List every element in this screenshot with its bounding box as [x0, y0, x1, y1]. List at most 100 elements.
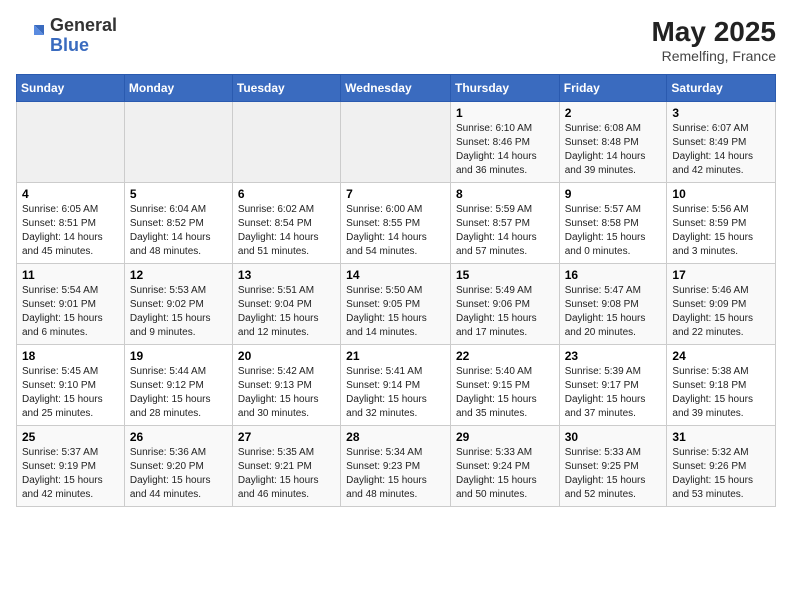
- day-number: 28: [346, 430, 445, 444]
- page-header: General Blue May 2025 Remelfing, France: [16, 16, 776, 64]
- day-info: Sunrise: 5:53 AM Sunset: 9:02 PM Dayligh…: [130, 284, 227, 340]
- day-number: 5: [130, 187, 227, 201]
- weekday-header-monday: Monday: [124, 75, 232, 102]
- calendar-cell: [341, 102, 451, 183]
- location-subtitle: Remelfing, France: [651, 48, 776, 64]
- calendar-cell: 31Sunrise: 5:32 AM Sunset: 9:26 PM Dayli…: [667, 426, 776, 507]
- day-info: Sunrise: 6:08 AM Sunset: 8:48 PM Dayligh…: [565, 122, 662, 178]
- month-year-title: May 2025: [651, 16, 776, 48]
- calendar-cell: 5 Sunrise: 6:04 AM Sunset: 8:52 PM Daylig…: [124, 183, 232, 264]
- calendar-cell: 12Sunrise: 5:53 AM Sunset: 9:02 PM Dayli…: [124, 264, 232, 345]
- calendar-cell: 27 Sunrise: 5:35 AM Sunset: 9:21 PM Dayli…: [232, 426, 340, 507]
- day-info: Sunrise: 5:36 AM Sunset: 9:20 PM Dayligh…: [130, 446, 227, 502]
- day-info: Sunrise: 6:07 AM Sunset: 8:49 PM Dayligh…: [672, 122, 770, 178]
- calendar-cell: 17 Sunrise: 5:46 AM Sunset: 9:09 PM Dayli…: [667, 264, 776, 345]
- day-number: 26: [130, 430, 227, 444]
- day-number: 24: [672, 349, 770, 363]
- calendar-cell: 7Sunrise: 6:00 AM Sunset: 8:55 PM Daylig…: [341, 183, 451, 264]
- logo-blue-text: Blue: [50, 36, 117, 56]
- calendar-cell: 13 Sunrise: 5:51 AM Sunset: 9:04 PM Dayli…: [232, 264, 340, 345]
- calendar-cell: 26 Sunrise: 5:36 AM Sunset: 9:20 PM Dayli…: [124, 426, 232, 507]
- calendar-week-1: 1Sunrise: 6:10 AM Sunset: 8:46 PM Daylig…: [17, 102, 776, 183]
- calendar-week-4: 18 Sunrise: 5:45 AM Sunset: 9:10 PM Dayli…: [17, 345, 776, 426]
- weekday-header-thursday: Thursday: [450, 75, 559, 102]
- day-info: Sunrise: 5:32 AM Sunset: 9:26 PM Dayligh…: [672, 446, 770, 502]
- day-number: 21: [346, 349, 445, 363]
- day-number: 27: [238, 430, 335, 444]
- calendar-cell: 30 Sunrise: 5:33 AM Sunset: 9:25 PM Dayli…: [559, 426, 667, 507]
- day-info: Sunrise: 5:38 AM Sunset: 9:18 PM Dayligh…: [672, 365, 770, 421]
- calendar-cell: 16Sunrise: 5:47 AM Sunset: 9:08 PM Dayli…: [559, 264, 667, 345]
- day-info: Sunrise: 5:49 AM Sunset: 9:06 PM Dayligh…: [456, 284, 554, 340]
- day-number: 2: [565, 106, 662, 120]
- day-info: Sunrise: 5:56 AM Sunset: 8:59 PM Dayligh…: [672, 203, 770, 259]
- day-number: 19: [130, 349, 227, 363]
- day-number: 25: [22, 430, 119, 444]
- day-number: 7: [346, 187, 445, 201]
- day-info: Sunrise: 5:45 AM Sunset: 9:10 PM Dayligh…: [22, 365, 119, 421]
- day-number: 18: [22, 349, 119, 363]
- day-info: Sunrise: 5:51 AM Sunset: 9:04 PM Dayligh…: [238, 284, 335, 340]
- day-info: Sunrise: 5:35 AM Sunset: 9:21 PM Dayligh…: [238, 446, 335, 502]
- day-info: Sunrise: 5:33 AM Sunset: 9:25 PM Dayligh…: [565, 446, 662, 502]
- day-number: 1: [456, 106, 554, 120]
- calendar-cell: [17, 102, 125, 183]
- logo: General Blue: [16, 16, 117, 56]
- day-number: 6: [238, 187, 335, 201]
- day-number: 9: [565, 187, 662, 201]
- calendar-cell: 15 Sunrise: 5:49 AM Sunset: 9:06 PM Dayli…: [450, 264, 559, 345]
- day-info: Sunrise: 5:39 AM Sunset: 9:17 PM Dayligh…: [565, 365, 662, 421]
- calendar-cell: [124, 102, 232, 183]
- calendar-cell: 9 Sunrise: 5:57 AM Sunset: 8:58 PM Daylig…: [559, 183, 667, 264]
- day-info: Sunrise: 5:40 AM Sunset: 9:15 PM Dayligh…: [456, 365, 554, 421]
- calendar-cell: 11 Sunrise: 5:54 AM Sunset: 9:01 PM Dayli…: [17, 264, 125, 345]
- day-number: 3: [672, 106, 770, 120]
- day-number: 29: [456, 430, 554, 444]
- day-info: Sunrise: 5:44 AM Sunset: 9:12 PM Dayligh…: [130, 365, 227, 421]
- weekday-header-row: SundayMondayTuesdayWednesdayThursdayFrid…: [17, 75, 776, 102]
- calendar-cell: 24 Sunrise: 5:38 AM Sunset: 9:18 PM Dayli…: [667, 345, 776, 426]
- calendar-cell: 4 Sunrise: 6:05 AM Sunset: 8:51 PM Daylig…: [17, 183, 125, 264]
- calendar-cell: 23Sunrise: 5:39 AM Sunset: 9:17 PM Dayli…: [559, 345, 667, 426]
- day-info: Sunrise: 6:05 AM Sunset: 8:51 PM Dayligh…: [22, 203, 119, 259]
- calendar-cell: 28 Sunrise: 5:34 AM Sunset: 9:23 PM Dayli…: [341, 426, 451, 507]
- calendar-week-5: 25 Sunrise: 5:37 AM Sunset: 9:19 PM Dayli…: [17, 426, 776, 507]
- day-info: Sunrise: 5:47 AM Sunset: 9:08 PM Dayligh…: [565, 284, 662, 340]
- day-number: 11: [22, 268, 119, 282]
- calendar-cell: 19 Sunrise: 5:44 AM Sunset: 9:12 PM Dayli…: [124, 345, 232, 426]
- weekday-header-sunday: Sunday: [17, 75, 125, 102]
- calendar-table: SundayMondayTuesdayWednesdayThursdayFrid…: [16, 74, 776, 507]
- logo-icon: [16, 21, 46, 51]
- calendar-cell: [232, 102, 340, 183]
- day-number: 22: [456, 349, 554, 363]
- weekday-header-friday: Friday: [559, 75, 667, 102]
- day-info: Sunrise: 5:46 AM Sunset: 9:09 PM Dayligh…: [672, 284, 770, 340]
- day-info: Sunrise: 5:33 AM Sunset: 9:24 PM Dayligh…: [456, 446, 554, 502]
- day-number: 20: [238, 349, 335, 363]
- calendar-cell: 18 Sunrise: 5:45 AM Sunset: 9:10 PM Dayli…: [17, 345, 125, 426]
- day-info: Sunrise: 5:34 AM Sunset: 9:23 PM Dayligh…: [346, 446, 445, 502]
- day-info: Sunrise: 5:57 AM Sunset: 8:58 PM Dayligh…: [565, 203, 662, 259]
- day-number: 8: [456, 187, 554, 201]
- day-info: Sunrise: 5:37 AM Sunset: 9:19 PM Dayligh…: [22, 446, 119, 502]
- day-number: 14: [346, 268, 445, 282]
- calendar-cell: 20Sunrise: 5:42 AM Sunset: 9:13 PM Dayli…: [232, 345, 340, 426]
- calendar-cell: 10 Sunrise: 5:56 AM Sunset: 8:59 PM Dayli…: [667, 183, 776, 264]
- day-info: Sunrise: 5:54 AM Sunset: 9:01 PM Dayligh…: [22, 284, 119, 340]
- day-info: Sunrise: 5:50 AM Sunset: 9:05 PM Dayligh…: [346, 284, 445, 340]
- day-number: 17: [672, 268, 770, 282]
- calendar-cell: 14 Sunrise: 5:50 AM Sunset: 9:05 PM Dayli…: [341, 264, 451, 345]
- weekday-header-saturday: Saturday: [667, 75, 776, 102]
- day-number: 30: [565, 430, 662, 444]
- day-info: Sunrise: 6:04 AM Sunset: 8:52 PM Dayligh…: [130, 203, 227, 259]
- title-block: May 2025 Remelfing, France: [651, 16, 776, 64]
- calendar-cell: 25 Sunrise: 5:37 AM Sunset: 9:19 PM Dayli…: [17, 426, 125, 507]
- weekday-header-tuesday: Tuesday: [232, 75, 340, 102]
- day-number: 10: [672, 187, 770, 201]
- calendar-cell: 2 Sunrise: 6:08 AM Sunset: 8:48 PM Daylig…: [559, 102, 667, 183]
- day-number: 15: [456, 268, 554, 282]
- day-number: 4: [22, 187, 119, 201]
- day-number: 13: [238, 268, 335, 282]
- calendar-cell: 22 Sunrise: 5:40 AM Sunset: 9:15 PM Dayli…: [450, 345, 559, 426]
- logo-text: General Blue: [50, 16, 117, 56]
